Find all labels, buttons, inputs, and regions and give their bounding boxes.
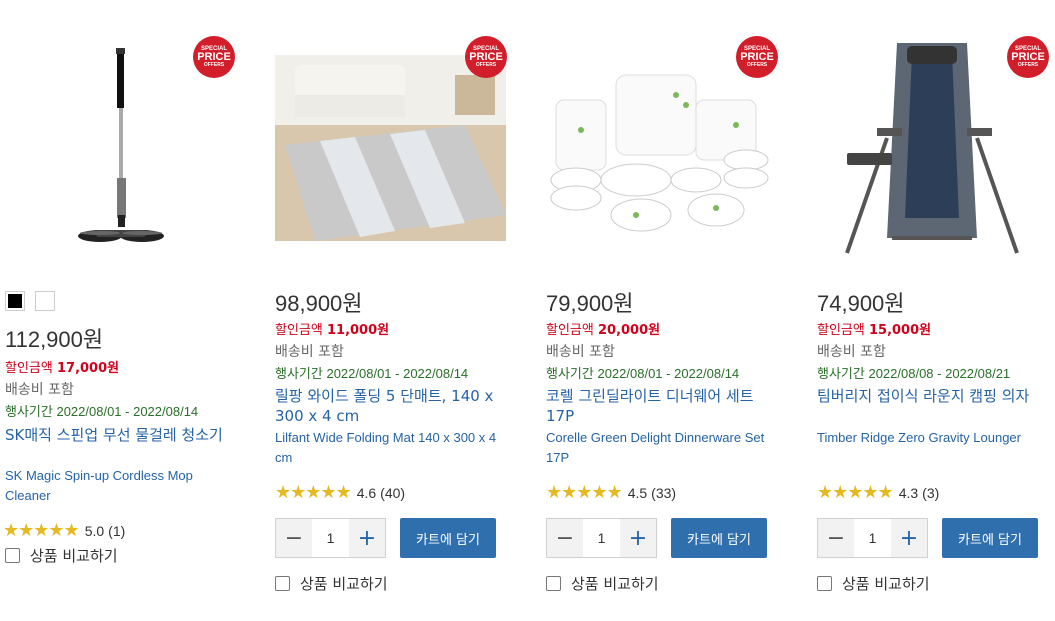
checkbox-icon[interactable] — [546, 576, 561, 591]
add-to-cart-button[interactable]: 카트에 담기 — [942, 518, 1038, 558]
product-rating[interactable]: ★★★★★ 4.6 (40) — [275, 482, 405, 503]
discount-amount: 할인금액 15,000원 — [817, 323, 932, 338]
star-rating-icon: ★★★★★ — [3, 520, 80, 541]
promotion-period: 행사기간 2022/08/01 - 2022/08/14 — [546, 366, 740, 382]
product-title-english[interactable]: SK Magic Spin-up Cordless Mop Cleaner — [5, 466, 237, 506]
increase-quantity-button[interactable]: + — [891, 519, 927, 557]
star-rating-icon: ★★★★★ — [546, 482, 623, 503]
shipping-info: 배송비 포함 — [275, 344, 344, 360]
promotion-period: 행사기간 2022/08/01 - 2022/08/14 — [275, 366, 469, 382]
product-rating[interactable]: ★★★★★ 4.3 (3) — [817, 482, 939, 503]
promotion-period: 행사기간 2022/08/08 - 2022/08/21 — [817, 366, 1011, 382]
promotion-period: 행사기간 2022/08/01 - 2022/08/14 — [5, 404, 199, 420]
product-price: 79,900원 — [546, 291, 634, 316]
compare-checkbox[interactable]: 상품 비교하기 — [546, 573, 659, 594]
product-rating[interactable]: ★★★★★ 5.0 (1) — [3, 520, 125, 541]
product-price: 98,900원 — [275, 291, 363, 316]
compare-checkbox[interactable]: 상품 비교하기 — [817, 573, 930, 594]
product-image[interactable] — [546, 70, 777, 245]
quantity-stepper: − 1 + — [817, 518, 928, 558]
discount-amount: 할인금액 20,000원 — [546, 323, 661, 338]
product-price: 74,900원 — [817, 291, 905, 316]
add-to-cart-button[interactable]: 카트에 담기 — [671, 518, 767, 558]
checkbox-icon[interactable] — [817, 576, 832, 591]
quantity-value[interactable]: 1 — [854, 519, 891, 557]
quantity-stepper: − 1 + — [546, 518, 657, 558]
compare-checkbox[interactable]: 상품 비교하기 — [5, 545, 118, 566]
product-title-korean[interactable]: SK매직 스핀업 무선 물걸레 청소기 — [5, 425, 237, 445]
product-title-korean[interactable]: 릴팡 와이드 폴딩 5 단매트, 140 x 300 x 4 cm — [275, 386, 507, 426]
product-title-english[interactable]: Lilfant Wide Folding Mat 140 x 300 x 4 c… — [275, 428, 507, 468]
increase-quantity-button[interactable]: + — [349, 519, 385, 557]
shipping-info: 배송비 포함 — [546, 344, 615, 360]
quantity-value[interactable]: 1 — [583, 519, 620, 557]
swatch-black[interactable] — [5, 291, 25, 311]
compare-checkbox[interactable]: 상품 비교하기 — [275, 573, 388, 594]
star-rating-icon: ★★★★★ — [817, 482, 894, 503]
swatch-white[interactable] — [35, 291, 55, 311]
add-to-cart-button[interactable]: 카트에 담기 — [400, 518, 496, 558]
discount-amount: 할인금액 17,000원 — [5, 361, 120, 376]
decrease-quantity-button[interactable]: − — [818, 519, 854, 557]
quantity-value[interactable]: 1 — [312, 519, 349, 557]
shipping-info: 배송비 포함 — [5, 382, 74, 398]
product-title-korean[interactable]: 코렐 그린딜라이트 디너웨어 세트 17P — [546, 386, 778, 426]
shipping-info: 배송비 포함 — [817, 344, 886, 360]
decrease-quantity-button[interactable]: − — [276, 519, 312, 557]
discount-amount: 할인금액 11,000원 — [275, 323, 390, 338]
special-price-badge: SPECIAL PRICE OFFERS — [736, 36, 778, 78]
increase-quantity-button[interactable]: + — [620, 519, 656, 557]
product-rating[interactable]: ★★★★★ 4.5 (33) — [546, 482, 676, 503]
special-price-badge: SPECIAL PRICE OFFERS — [465, 36, 507, 78]
product-title-english[interactable]: Corelle Green Delight Dinnerware Set 17P — [546, 428, 778, 468]
decrease-quantity-button[interactable]: − — [547, 519, 583, 557]
product-title-korean[interactable]: 팀버리지 접이식 라운지 캠핑 의자 — [817, 386, 1049, 406]
quantity-stepper: − 1 + — [275, 518, 386, 558]
checkbox-icon[interactable] — [275, 576, 290, 591]
product-title-english[interactable]: Timber Ridge Zero Gravity Lounger — [817, 428, 1049, 448]
special-price-badge: SPECIAL PRICE OFFERS — [193, 36, 235, 78]
special-price-badge: SPECIAL PRICE OFFERS — [1007, 36, 1049, 78]
color-swatches — [5, 291, 55, 311]
product-image[interactable] — [275, 55, 506, 241]
checkbox-icon[interactable] — [5, 548, 20, 563]
product-price: 112,900원 — [5, 327, 104, 352]
star-rating-icon: ★★★★★ — [275, 482, 352, 503]
